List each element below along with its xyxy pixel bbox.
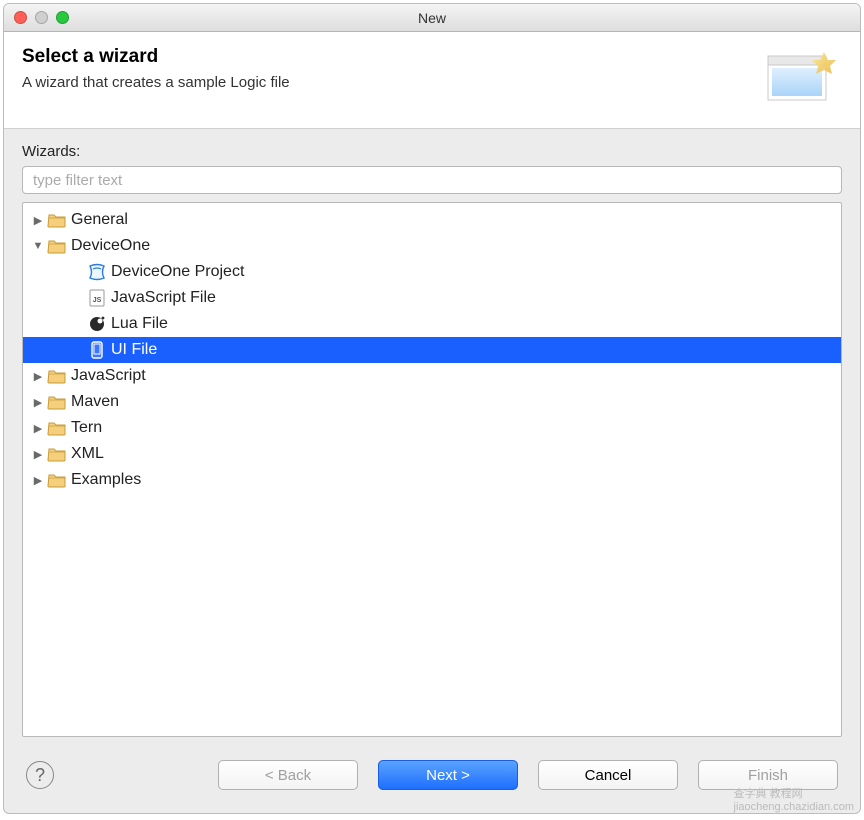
- next-button[interactable]: Next >: [378, 760, 518, 790]
- tree-item-label: JavaScript: [71, 367, 146, 385]
- tree-item[interactable]: DeviceOne Project: [23, 259, 841, 285]
- lua-file-icon: [87, 314, 107, 334]
- disclosure-open-icon[interactable]: ▼: [31, 240, 45, 252]
- tree-item[interactable]: Lua File: [23, 311, 841, 337]
- svg-text:JS: JS: [93, 297, 102, 304]
- disclosure-closed-icon[interactable]: ▶: [31, 370, 45, 383]
- tree-item-label: DeviceOne: [71, 237, 150, 255]
- finish-button[interactable]: Finish: [698, 760, 838, 790]
- minimize-window-button[interactable]: [35, 11, 48, 24]
- tree-folder[interactable]: ▶ Examples: [23, 467, 841, 493]
- tree-folder[interactable]: ▼ DeviceOne: [23, 233, 841, 259]
- tree-item[interactable]: UI File: [23, 337, 841, 363]
- tree-item-label: Maven: [71, 393, 119, 411]
- cancel-button[interactable]: Cancel: [538, 760, 678, 790]
- tree-item-label: DeviceOne Project: [111, 263, 244, 281]
- folder-icon: [47, 470, 67, 490]
- tree-item-label: Lua File: [111, 315, 168, 333]
- window-title: New: [14, 10, 850, 26]
- disclosure-closed-icon[interactable]: ▶: [31, 214, 45, 227]
- wizard-body: Wizards: ▶ General ▼ DeviceOne DeviceOne Pro…: [4, 129, 860, 737]
- wizard-description: A wizard that creates a sample Logic fil…: [22, 74, 290, 91]
- wizard-footer: ? < Back Next > Cancel Finish: [4, 737, 860, 813]
- ui-file-icon: [87, 340, 107, 360]
- traffic-lights: [14, 11, 69, 24]
- tree-item-label: JavaScript File: [111, 289, 216, 307]
- wizards-tree[interactable]: ▶ General ▼ DeviceOne DeviceOne Project JS Jav…: [22, 202, 842, 737]
- folder-icon: [47, 444, 67, 464]
- tree-folder[interactable]: ▶ JavaScript: [23, 363, 841, 389]
- disclosure-closed-icon[interactable]: ▶: [31, 448, 45, 461]
- wizard-header: Select a wizard A wizard that creates a …: [4, 32, 860, 129]
- tree-item-label: Examples: [71, 471, 141, 489]
- tree-folder[interactable]: ▶ General: [23, 207, 841, 233]
- folder-icon: [47, 392, 67, 412]
- help-button[interactable]: ?: [26, 761, 54, 789]
- tree-item[interactable]: JS JavaScript File: [23, 285, 841, 311]
- titlebar: New: [4, 4, 860, 32]
- tree-item-label: General: [71, 211, 128, 229]
- tree-item-label: XML: [71, 445, 104, 463]
- js-file-icon: JS: [87, 288, 107, 308]
- wizards-label: Wizards:: [22, 143, 842, 160]
- wizard-header-text: Select a wizard A wizard that creates a …: [22, 46, 290, 91]
- new-wizard-window: New Select a wizard A wizard that create…: [3, 3, 861, 814]
- folder-icon: [47, 236, 67, 256]
- folder-icon: [47, 210, 67, 230]
- filter-input[interactable]: [22, 166, 842, 194]
- disclosure-closed-icon[interactable]: ▶: [31, 474, 45, 487]
- wizard-title: Select a wizard: [22, 46, 290, 68]
- deviceone-icon: [87, 262, 107, 282]
- tree-folder[interactable]: ▶ XML: [23, 441, 841, 467]
- zoom-window-button[interactable]: [56, 11, 69, 24]
- tree-folder[interactable]: ▶ Maven: [23, 389, 841, 415]
- wizard-banner-icon: [762, 46, 842, 112]
- close-window-button[interactable]: [14, 11, 27, 24]
- disclosure-closed-icon[interactable]: ▶: [31, 422, 45, 435]
- tree-item-label: UI File: [111, 341, 157, 359]
- folder-icon: [47, 366, 67, 386]
- back-button[interactable]: < Back: [218, 760, 358, 790]
- tree-folder[interactable]: ▶ Tern: [23, 415, 841, 441]
- disclosure-closed-icon[interactable]: ▶: [31, 396, 45, 409]
- tree-item-label: Tern: [71, 419, 102, 437]
- folder-icon: [47, 418, 67, 438]
